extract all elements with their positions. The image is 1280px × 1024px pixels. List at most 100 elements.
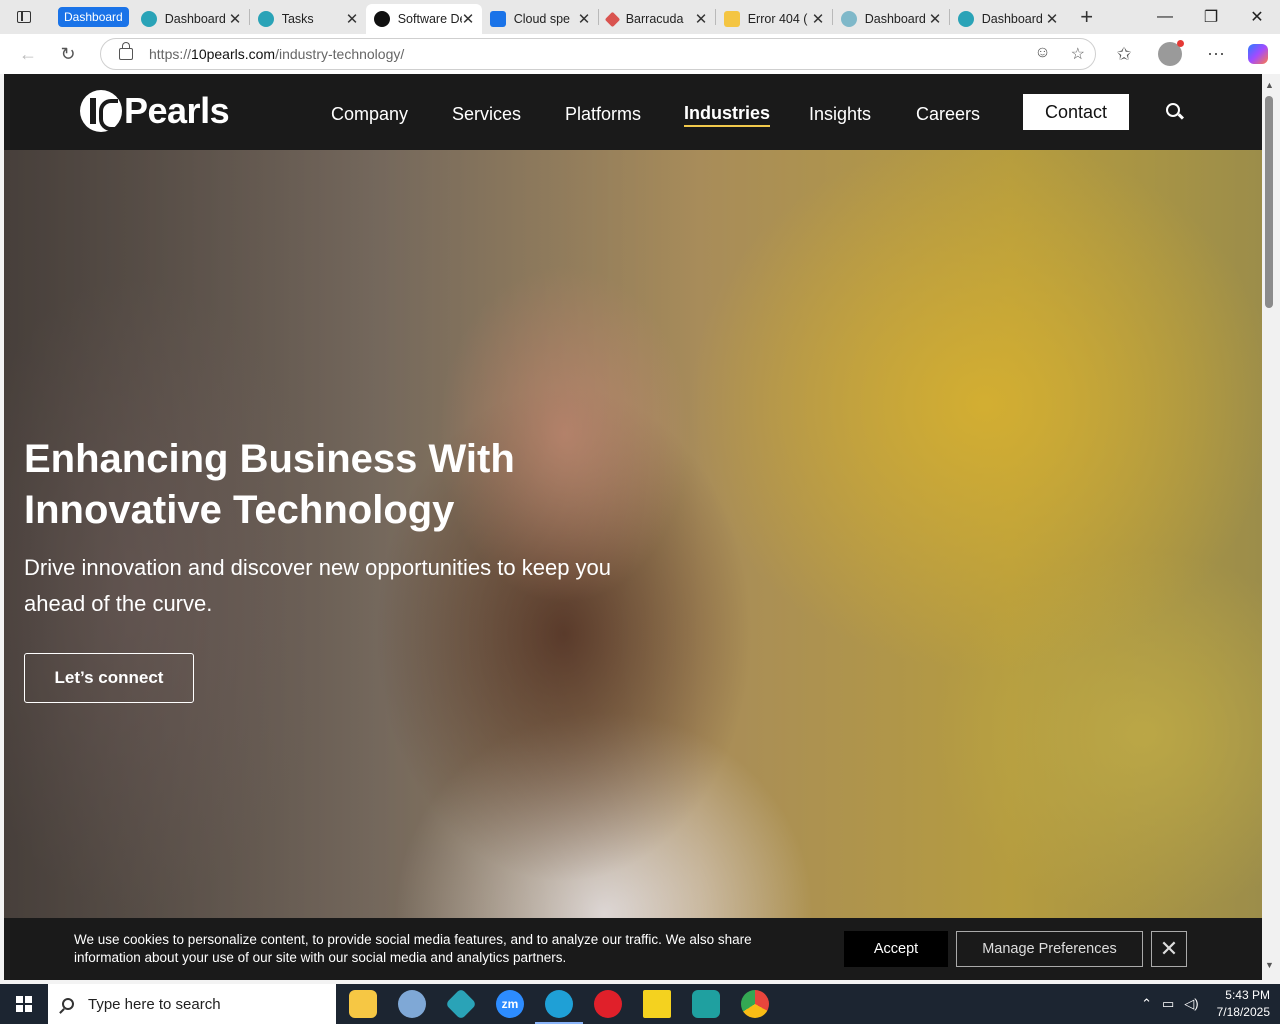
new-tab-button[interactable]: + xyxy=(1072,4,1102,30)
chrome-icon[interactable] xyxy=(741,990,769,1018)
page-scrollbar[interactable]: ▲ ▼ xyxy=(1262,74,1280,980)
tab-label: Barracuda xyxy=(625,12,684,26)
tab-label: Dashboard xyxy=(981,12,1043,26)
file-explorer-icon[interactable] xyxy=(349,990,377,1018)
address-bar[interactable]: https://10pearls.com/industry-technology… xyxy=(100,38,1096,70)
close-window-button[interactable]: ✕ xyxy=(1234,0,1280,34)
opera-icon[interactable] xyxy=(594,990,622,1018)
system-tray: ⌃ ▭ ◁) 5:43 PM 7/18/2025 xyxy=(1141,984,1270,1024)
volume-icon[interactable]: ◁) xyxy=(1184,996,1198,1012)
edge-icon[interactable] xyxy=(535,990,583,1024)
search-icon[interactable] xyxy=(1166,103,1180,117)
accept-cookies-button[interactable]: Accept xyxy=(844,931,948,967)
restore-button[interactable]: ❐ xyxy=(1188,0,1234,34)
nav-company[interactable]: Company xyxy=(331,104,408,125)
s-app-icon[interactable] xyxy=(692,990,720,1018)
url-prefix: https:// xyxy=(149,46,192,62)
url-domain: 10pearls.com xyxy=(191,46,276,62)
taskbar-search[interactable]: Type here to search xyxy=(48,984,336,1024)
browser-toolbar: ← ↻ https://10pearls.com/industry-techno… xyxy=(0,34,1280,74)
tab-favicon-icon xyxy=(140,11,157,27)
tray-chevron-icon[interactable]: ⌃ xyxy=(1141,996,1152,1012)
favorite-star-icon[interactable]: ☆ xyxy=(1071,44,1085,64)
minimize-button[interactable]: — xyxy=(1142,0,1188,34)
network-icon[interactable]: ▭ xyxy=(1162,996,1174,1012)
tab-favicon-icon xyxy=(489,11,506,27)
cookie-close-icon[interactable]: ✕ xyxy=(1151,931,1187,967)
site-info-icon[interactable] xyxy=(119,42,133,60)
scroll-down-icon[interactable]: ▼ xyxy=(1265,960,1274,970)
tab-actions-button[interactable] xyxy=(0,0,48,34)
address-bar-actions: ☺ ☆ xyxy=(1034,44,1085,64)
tab-favicon-icon xyxy=(840,11,857,27)
tab-favicon-icon xyxy=(723,11,740,27)
copilot-button[interactable] xyxy=(1238,34,1278,74)
cookie-text: We use cookies to personalize content, t… xyxy=(74,932,752,965)
tab-strip: Dashboard Dashboard ✕ Tasks ✕ Software D… xyxy=(0,0,1280,34)
tab-close-icon[interactable]: ✕ xyxy=(1046,10,1059,28)
contact-button[interactable]: Contact xyxy=(1023,94,1129,130)
tab-error-404[interactable]: Error 404 ( ✕ xyxy=(716,4,832,34)
tab-software-development[interactable]: Software De ✕ xyxy=(365,4,482,34)
tab-label: Software De xyxy=(397,12,462,26)
sticky-notes-icon[interactable] xyxy=(643,990,671,1018)
tab-favicon-icon xyxy=(957,11,974,27)
tab-close-icon[interactable]: ✕ xyxy=(812,10,825,28)
tab-dashboard-1[interactable]: Dashboard ✕ xyxy=(133,4,249,34)
nav-industries[interactable]: Industries xyxy=(684,103,771,127)
url-path: /industry-technology/ xyxy=(275,46,405,62)
site-header: Pearls Company Services Platforms Indust… xyxy=(4,74,1262,150)
clock[interactable]: 5:43 PM 7/18/2025 xyxy=(1217,987,1270,1021)
scroll-thumb[interactable] xyxy=(1265,96,1273,308)
windows-logo-icon xyxy=(16,996,32,1012)
nav-careers[interactable]: Careers xyxy=(916,104,980,125)
back-button[interactable]: ← xyxy=(8,34,48,74)
tab-favicon-icon xyxy=(257,11,274,27)
tab-close-icon[interactable]: ✕ xyxy=(229,10,242,28)
reload-button[interactable]: ↻ xyxy=(48,34,88,74)
lets-connect-button[interactable]: Let’s connect xyxy=(24,653,194,703)
paint-app-icon[interactable] xyxy=(398,990,426,1018)
tab-close-icon[interactable]: ✕ xyxy=(578,10,591,28)
menu-button[interactable]: ⋯ xyxy=(1196,34,1236,74)
tab-favicon-icon xyxy=(604,11,620,27)
dev-app-icon[interactable] xyxy=(445,988,477,1020)
tab-dashboard-2[interactable]: Dashboard ✕ xyxy=(833,4,949,34)
reload-icon: ↻ xyxy=(60,43,76,64)
start-button[interactable] xyxy=(0,984,48,1024)
nav-insights[interactable]: Insights xyxy=(809,104,871,125)
tab-cloud-spend[interactable]: Cloud spe ✕ xyxy=(482,4,598,34)
zoom-icon[interactable]: zm xyxy=(496,990,524,1018)
clock-time: 5:43 PM xyxy=(1225,988,1270,1002)
tab-label: Tasks xyxy=(281,12,314,26)
page-viewport: Pearls Company Services Platforms Indust… xyxy=(4,74,1262,980)
hero-title: Enhancing Business With Innovative Techn… xyxy=(24,437,515,532)
nav-services[interactable]: Services xyxy=(452,104,521,125)
nav-platforms[interactable]: Platforms xyxy=(565,104,641,125)
tab-dashboard-3[interactable]: Dashboard ✕ xyxy=(950,4,1066,34)
copilot-icon xyxy=(1248,44,1268,64)
tab-label: Dashboard xyxy=(164,12,226,26)
tab-group-chip[interactable]: Dashboard xyxy=(58,7,129,27)
tab-label: Error 404 ( xyxy=(747,12,808,26)
taskbar: Type here to search zm ⌃ ▭ ◁) 5:43 PM 7/… xyxy=(0,984,1280,1024)
site-logo[interactable]: Pearls xyxy=(80,90,230,132)
tab-barracuda[interactable]: Barracuda ✕ xyxy=(599,4,715,34)
cookie-banner: We use cookies to personalize content, t… xyxy=(4,918,1262,980)
taskbar-search-placeholder: Type here to search xyxy=(88,995,221,1013)
tab-tasks[interactable]: Tasks ✕ xyxy=(250,4,366,34)
more-dots-icon: ⋯ xyxy=(1207,43,1225,64)
clock-date: 7/18/2025 xyxy=(1216,1005,1270,1019)
tab-close-icon[interactable]: ✕ xyxy=(462,10,475,28)
url-text[interactable]: https://10pearls.com/industry-technology… xyxy=(149,46,404,62)
tab-close-icon[interactable]: ✕ xyxy=(695,10,708,28)
scroll-up-icon[interactable]: ▲ xyxy=(1265,80,1274,90)
read-aloud-icon[interactable]: ☺ xyxy=(1034,44,1050,64)
manage-preferences-button[interactable]: Manage Preferences xyxy=(956,931,1143,967)
logo-text: Pearls xyxy=(124,90,230,131)
profile-avatar[interactable] xyxy=(1158,40,1184,66)
tab-close-icon[interactable]: ✕ xyxy=(929,10,942,28)
favorites-button[interactable]: ✩ xyxy=(1104,34,1144,74)
window-controls: — ❐ ✕ xyxy=(1142,0,1280,34)
tab-close-icon[interactable]: ✕ xyxy=(346,10,359,28)
